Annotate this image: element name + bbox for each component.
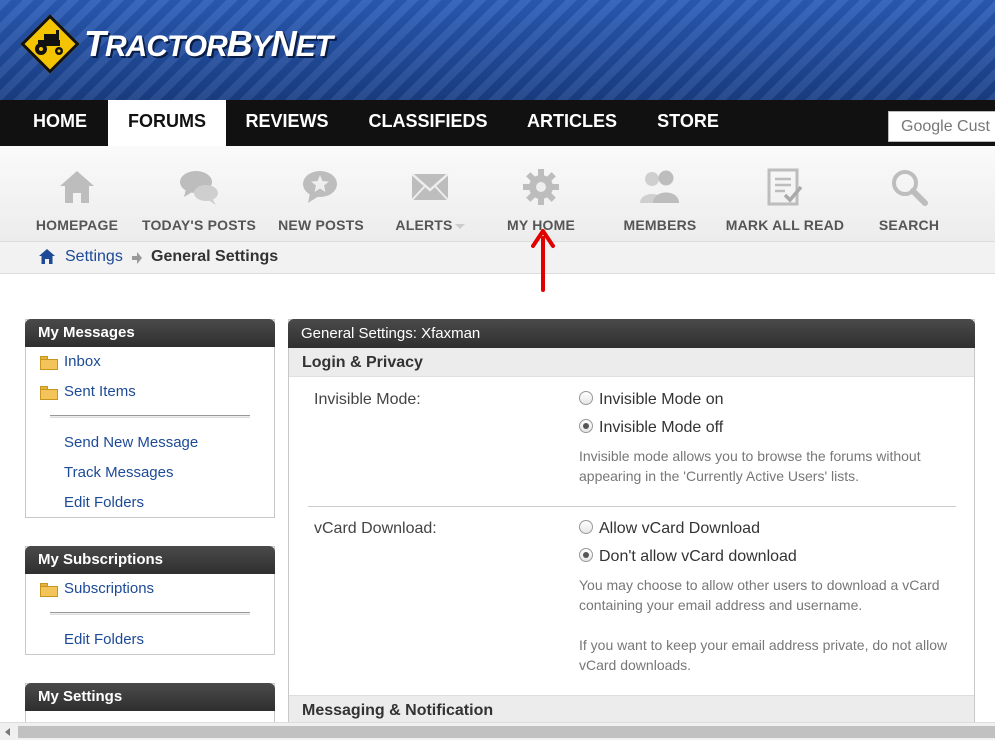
invisible-mode-description: Invisible mode allows you to browse the … (579, 448, 921, 484)
house-icon (60, 171, 94, 203)
sidebar-my-messages: My Messages Inbox Sent Items Send New Me… (25, 319, 275, 518)
breadcrumb-arrow-icon (132, 252, 142, 264)
subnav-search[interactable]: SEARCH (866, 166, 952, 233)
vcard-privacy-note: If you want to keep your email address p… (579, 637, 948, 673)
tab-home[interactable]: HOME (14, 100, 106, 146)
tab-forums[interactable]: FORUMS (108, 100, 226, 146)
members-icon (640, 170, 679, 203)
radio-vcard-deny[interactable] (579, 548, 593, 562)
sidebar-item-send-new-message[interactable]: Send New Message (26, 428, 274, 458)
star-bubble-icon (303, 171, 337, 203)
vcard-allow-option[interactable]: Allow vCard Download (579, 520, 760, 538)
tab-reviews[interactable]: REVIEWS (234, 100, 340, 146)
sidebar-my-subscriptions-title: My Subscriptions (25, 546, 275, 574)
sidebar-my-settings-title: My Settings (25, 683, 275, 711)
logo-wordmark: TRACTORBYNET (84, 23, 333, 64)
vcard-download-label: vCard Download: (314, 520, 437, 537)
folder-icon (40, 386, 58, 400)
envelope-icon (411, 173, 449, 201)
sidebar-item-edit-folders[interactable]: Edit Folders (26, 488, 274, 518)
subnav-homepage[interactable]: HOMEPAGE (22, 166, 132, 233)
magnifier-icon (892, 170, 928, 206)
subnav-members[interactable]: MEMBERS (612, 166, 708, 233)
subnav-todays-posts[interactable]: TODAY'S POSTS (140, 166, 258, 233)
section-login-privacy: Login & Privacy (289, 348, 974, 377)
section-divider (308, 506, 956, 507)
sidebar-my-messages-title: My Messages (25, 319, 275, 347)
forum-subnav: HOMEPAGE TODAY'S POSTS NEW POSTS ALERTS … (0, 146, 995, 242)
sidebar-my-subscriptions: My Subscriptions Subscriptions Edit Fold… (25, 546, 275, 655)
radio-invisible-on[interactable] (579, 391, 593, 405)
sidebar-item-subscriptions[interactable]: Subscriptions (26, 574, 274, 604)
top-nav: HOME FORUMS REVIEWS CLASSIFIEDS ARTICLES… (0, 100, 995, 146)
sidebar-divider (50, 612, 250, 615)
breadcrumb-settings-link[interactable]: Settings (65, 248, 123, 266)
chat-bubbles-icon (180, 171, 218, 205)
radio-invisible-off[interactable] (579, 419, 593, 433)
gear-icon (523, 169, 559, 205)
red-arrow-annotation-icon (531, 229, 555, 292)
scrollbar-thumb[interactable] (18, 726, 995, 738)
site-logo[interactable]: TRACTORBYNET (20, 14, 333, 74)
page: TRACTORBYNET HOME FORUMS REVIEWS CLASSIF… (0, 0, 995, 740)
google-search-input[interactable]: Google Cust (888, 111, 995, 142)
invisible-mode-off-option[interactable]: Invisible Mode off (579, 419, 723, 437)
horizontal-scrollbar[interactable] (0, 722, 995, 740)
section-messaging-notification: Messaging & Notification (289, 695, 974, 725)
clipboard-check-icon (767, 168, 803, 206)
subnav-new-posts[interactable]: NEW POSTS (266, 166, 376, 233)
folder-icon (40, 356, 58, 370)
sidebar-item-inbox[interactable]: Inbox (26, 347, 274, 377)
panel-title: General Settings: Xfaxman (288, 319, 975, 348)
tab-store[interactable]: STORE (646, 100, 730, 146)
subnav-my-home[interactable]: MY HOME (496, 166, 586, 233)
breadcrumb: Settings General Settings (0, 242, 995, 274)
sidebar-item-edit-folders-subs[interactable]: Edit Folders (26, 625, 274, 655)
general-settings-panel: General Settings: Xfaxman Login & Privac… (288, 319, 975, 740)
tractor-sign-icon (20, 14, 80, 74)
tab-classifieds[interactable]: CLASSIFIEDS (358, 100, 498, 146)
site-header: TRACTORBYNET (0, 0, 995, 100)
subnav-mark-all-read[interactable]: MARK ALL READ (722, 166, 848, 233)
radio-vcard-allow[interactable] (579, 520, 593, 534)
folder-icon (40, 583, 58, 597)
scroll-left-arrow-icon[interactable] (5, 728, 10, 736)
invisible-mode-label: Invisible Mode: (314, 391, 421, 408)
breadcrumb-current: General Settings (151, 248, 279, 265)
vcard-deny-option[interactable]: Don't allow vCard download (579, 548, 797, 566)
home-icon[interactable] (39, 249, 55, 264)
vcard-description: You may choose to allow other users to d… (579, 577, 940, 613)
sidebar-item-sent-items[interactable]: Sent Items (26, 377, 274, 407)
sidebar-item-track-messages[interactable]: Track Messages (26, 458, 274, 488)
subnav-alerts[interactable]: ALERTS (380, 166, 480, 233)
sidebar-divider (50, 415, 250, 418)
tab-articles[interactable]: ARTICLES (516, 100, 628, 146)
chevron-down-icon (454, 223, 465, 229)
invisible-mode-on-option[interactable]: Invisible Mode on (579, 391, 724, 409)
